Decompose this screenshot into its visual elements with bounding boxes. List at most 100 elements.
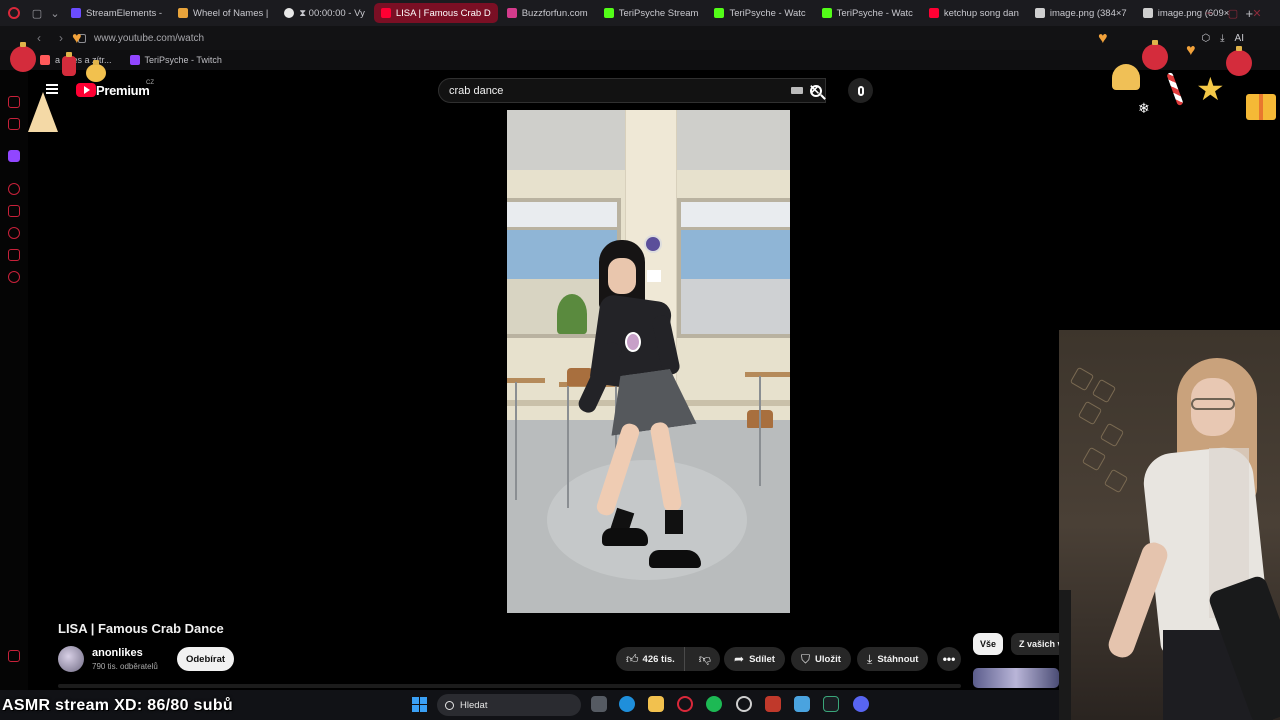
ai-button[interactable]: AI xyxy=(1235,33,1244,44)
settings-icon[interactable] xyxy=(8,271,20,283)
bookmarks-bar: a dnes a zítr... TeriPsyche - Twitch xyxy=(0,50,1280,70)
tab-ketchup-song[interactable]: ketchup song dan xyxy=(922,3,1026,23)
save-button[interactable]: ⛉ Uložit xyxy=(791,647,851,671)
taskbar-search[interactable]: Hledat xyxy=(437,694,581,716)
ornament-decor xyxy=(1226,46,1252,76)
video-title: LISA | Famous Crab Dance xyxy=(58,621,224,636)
notepad-icon[interactable] xyxy=(794,696,810,712)
channel-name[interactable]: anonlikes xyxy=(92,647,143,659)
scene-desk-leg xyxy=(515,382,517,500)
search-button[interactable] xyxy=(798,78,834,103)
task-view-icon[interactable] xyxy=(591,696,607,712)
dancer-sock xyxy=(665,510,683,534)
downloads-icon[interactable]: ⤓ xyxy=(1220,33,1224,44)
discord-icon[interactable] xyxy=(853,696,869,712)
webcam-overlay xyxy=(1059,330,1280,720)
opera-logo-icon[interactable] xyxy=(0,0,28,26)
bookmark-item-twitch[interactable]: TeriPsyche - Twitch xyxy=(129,55,222,65)
snowflake-decor: ❄ xyxy=(1138,100,1150,116)
tab-image-1[interactable]: image.png (384×7 xyxy=(1028,3,1134,23)
terminal-icon[interactable] xyxy=(823,696,839,712)
tab-buzzforfun[interactable]: Buzzforfun.com xyxy=(500,3,595,23)
like-dislike-group: 👍︎ 426 tis. 👎︎ xyxy=(616,647,720,671)
tab-label: TeriPsyche - Watc xyxy=(836,7,913,19)
description-box-edge[interactable] xyxy=(58,684,961,688)
search-icon xyxy=(445,700,454,710)
tab-label: ketchup song dan xyxy=(943,7,1019,19)
scene-window-right xyxy=(677,198,790,338)
country-code: CZ xyxy=(146,80,154,86)
forward-icon[interactable]: › xyxy=(50,26,72,50)
video-frame[interactable] xyxy=(507,110,790,613)
tab-kick-watch-2[interactable]: TeriPsyche - Watc xyxy=(815,3,920,23)
player-icon[interactable] xyxy=(8,183,20,195)
opera-gx-icon[interactable] xyxy=(677,696,693,712)
tab-label: TeriPsyche Stream xyxy=(618,7,699,19)
history-icon[interactable] xyxy=(8,227,20,239)
app-icon[interactable] xyxy=(765,696,781,712)
bookmark-icon: ⛉ xyxy=(801,651,811,666)
share-button[interactable]: ➦ Sdílet xyxy=(724,647,785,671)
star-decor: ★ xyxy=(1196,71,1225,107)
tab-wheel-of-names[interactable]: Wheel of Names | xyxy=(171,3,275,23)
subscribe-button[interactable]: Odebírat xyxy=(177,647,234,671)
whatsapp-icon[interactable] xyxy=(8,118,20,130)
download-button[interactable]: ⤓ Stáhnout xyxy=(857,647,929,671)
maximize-icon[interactable]: ▢ xyxy=(1222,0,1244,26)
tab-kick-watch-1[interactable]: TeriPsyche - Watc xyxy=(707,3,812,23)
address-bar-row: ‹ › www.youtube.com/watch xyxy=(0,26,1280,50)
tab-kick-stream[interactable]: TeriPsyche Stream xyxy=(597,3,706,23)
search-value: crab dance xyxy=(449,84,504,97)
gx-icon[interactable] xyxy=(8,650,20,662)
youtube-logo-icon[interactable] xyxy=(76,83,96,97)
tab-search-icon[interactable]: ⌄ xyxy=(46,0,64,26)
download-label: Stáhnout xyxy=(877,653,919,665)
tab-youtube-active[interactable]: LISA | Famous Crab D xyxy=(373,3,498,23)
workspaces-icon[interactable]: ▢ xyxy=(28,0,46,26)
tab-label: Wheel of Names | xyxy=(193,7,269,19)
search-input[interactable]: crab dance ✕ xyxy=(438,78,826,103)
scene-desk-leg xyxy=(759,376,761,486)
back-icon[interactable]: ‹ xyxy=(28,26,50,50)
twitch-icon[interactable] xyxy=(8,150,20,162)
messenger-icon[interactable] xyxy=(8,96,20,108)
save-label: Uložit xyxy=(815,653,841,665)
edge-icon[interactable] xyxy=(619,696,635,712)
tab-streamelements[interactable]: StreamElements - xyxy=(64,3,169,23)
share-icon: ➦ xyxy=(734,652,745,666)
browser-tabbar: ▢ ⌄ StreamElements - Wheel of Names | ⧗ … xyxy=(0,0,1280,26)
bookmark-label: TeriPsyche - Twitch xyxy=(144,55,222,65)
minimize-icon[interactable]: – xyxy=(1198,0,1220,26)
channel-avatar[interactable] xyxy=(58,646,84,672)
tab-label: TeriPsyche - Watc xyxy=(729,7,806,19)
menu-icon[interactable] xyxy=(46,84,58,94)
download-icon: ⤓ xyxy=(867,651,873,666)
obs-icon[interactable] xyxy=(736,696,752,712)
like-button[interactable]: 👍︎ 426 tis. xyxy=(616,647,685,671)
file-explorer-icon[interactable] xyxy=(648,696,664,712)
recommended-thumbnail[interactable] xyxy=(973,668,1059,688)
voice-search-button[interactable] xyxy=(848,78,873,103)
dislike-button[interactable]: 👎︎ xyxy=(690,647,720,671)
extensions-sidebar-icon[interactable] xyxy=(8,249,20,261)
more-actions-button[interactable]: ••• xyxy=(937,647,961,671)
heart-icon[interactable] xyxy=(8,205,20,217)
youtube-premium-brand[interactable]: Premium xyxy=(96,83,150,98)
chip-all[interactable]: Vše xyxy=(973,633,1003,655)
address-bar[interactable]: www.youtube.com/watch xyxy=(78,29,598,47)
extension-icon[interactable]: ⬡ xyxy=(1201,33,1210,44)
tab-timer[interactable]: ⧗ 00:00:00 - Vy xyxy=(277,3,371,23)
spotify-icon[interactable] xyxy=(706,696,722,712)
dancer-face xyxy=(608,258,636,294)
thumbs-down-icon: 👎︎ xyxy=(698,651,711,666)
windows-start-icon[interactable] xyxy=(412,697,427,712)
url-text: www.youtube.com/watch xyxy=(94,32,205,44)
webcam-edge xyxy=(1059,590,1071,720)
close-window-icon[interactable]: ✕ xyxy=(1246,0,1268,26)
microphone-icon xyxy=(857,85,864,96)
stocking-decor xyxy=(62,52,76,76)
tab-label: LISA | Famous Crab D xyxy=(395,7,491,19)
video-player[interactable] xyxy=(28,110,1059,613)
browser-sidebar xyxy=(0,70,28,690)
search-icon xyxy=(810,84,822,97)
